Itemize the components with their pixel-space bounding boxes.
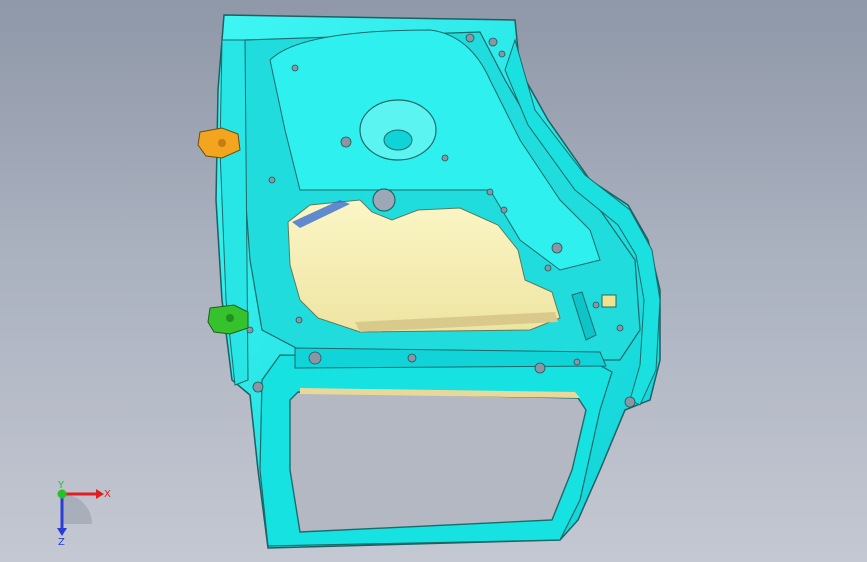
triad-base-quadrant — [62, 494, 92, 524]
y-axis-label: Y — [57, 480, 65, 491]
3d-viewport[interactable]: X Y Z — [0, 0, 867, 562]
x-axis-label: X — [104, 489, 111, 500]
z-axis-label: Z — [58, 537, 65, 548]
x-axis-arrowhead — [96, 489, 104, 499]
z-axis-arrowhead — [57, 528, 67, 536]
axis-triad: X Y Z — [57, 480, 111, 548]
